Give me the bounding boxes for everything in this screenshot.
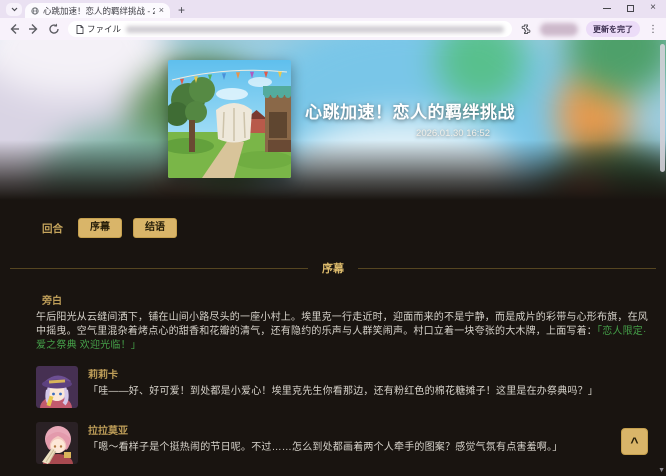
file-scheme-chip[interactable]: ファイル	[76, 23, 121, 35]
dialogue-entry: 拉拉莫亚「嗯～看样子是个挺热闹的节日呢。不过……怎么到处都画着两个人牵手的图案？…	[36, 422, 650, 464]
section-heading: 序幕	[10, 260, 656, 276]
speaker-name: 旁白	[42, 292, 650, 307]
tab-search-chevron-icon[interactable]	[6, 3, 22, 16]
window-maximize-icon[interactable]	[627, 5, 634, 12]
dialogue-list: 旁白午后阳光从云缝间洒下，铺在山间小路尽头的一座小村上。埃里克一行走近时，迎面而…	[0, 292, 666, 476]
browser-toolbar: ファイル 更新を完了 ⋮	[0, 18, 666, 40]
address-bar[interactable]: ファイル	[68, 21, 512, 37]
dialogue-entry: 莉莉卡「哇——好、好可爱！到处都是小爱心！埃里克先生你看那边，还有粉红色的棉花糖…	[36, 366, 650, 408]
back-icon[interactable]	[8, 23, 20, 35]
dialogue-text: 「嗯～看样子是个挺热闹的节日呢。不过……怎么到处都画着两个人牵手的图案？感觉气氛…	[88, 441, 650, 455]
tab-title: 心跳加速！恋人的羁绊挑战 - 2…	[43, 5, 155, 17]
section-button-序幕[interactable]: 序幕	[78, 218, 122, 238]
file-icon	[76, 25, 84, 34]
reload-icon[interactable]	[48, 23, 60, 35]
section-heading-label: 序幕	[322, 260, 344, 276]
new-tab-icon[interactable]: +	[178, 4, 185, 16]
divider-line	[10, 268, 308, 269]
dialogue-text: 午后阳光从云缝间洒下，铺在山间小路尽头的一座小村上。埃里克一行走近时，迎面而来的…	[36, 311, 650, 352]
browser-tab-strip: 心跳加速！恋人的羁绊挑战 - 2… × + ×	[0, 0, 666, 18]
blurred-url	[126, 26, 504, 33]
rounds-label: 回合	[42, 221, 63, 236]
forward-icon[interactable]	[28, 23, 40, 35]
tab-favicon-globe-icon	[31, 7, 39, 15]
hero-banner: 心跳加速！恋人的羁绊挑战 2026.01.30 16:52	[0, 40, 666, 200]
section-button-结语[interactable]: 结语	[133, 218, 177, 238]
hero-bottom-fade	[0, 140, 666, 200]
tab-close-icon[interactable]: ×	[159, 6, 164, 15]
chrome-update-button[interactable]: 更新を完了	[586, 21, 640, 37]
browser-menu-icon[interactable]: ⋮	[648, 24, 658, 35]
file-chip-label: ファイル	[87, 23, 121, 35]
scrollbar-down-arrow-icon[interactable]: ▼	[658, 467, 665, 474]
lilika-avatar-icon	[36, 366, 78, 408]
speaker-name: 拉拉莫亚	[88, 422, 650, 437]
dialogue-entry: 旁白午后阳光从云缝间洒下，铺在山间小路尽头的一座小村上。埃里克一行走近时，迎面而…	[36, 292, 650, 352]
speaker-name: 莉莉卡	[88, 366, 650, 381]
scenario-datetime: 2026.01.30 16:52	[305, 128, 490, 139]
scroll-to-top-button[interactable]: ^	[621, 428, 648, 455]
log-content: 回合 序幕结语 序幕 旁白午后阳光从云缝间洒下，铺在山间小路尽头的一座小村上。埃…	[0, 200, 666, 476]
extensions-icon[interactable]	[520, 23, 532, 35]
nav-buttons: 序幕结语	[78, 218, 177, 238]
profile-avatar[interactable]	[540, 23, 578, 36]
window-minimize-icon[interactable]	[603, 8, 611, 9]
lalamoa-avatar-icon	[36, 422, 78, 464]
dialogue-text: 「哇——好、好可爱！到处都是小爱心！埃里克先生你看那边，还有粉红色的棉花糖摊子！…	[88, 385, 650, 399]
scenario-title: 心跳加速！恋人的羁绊挑战	[305, 98, 490, 123]
divider-line	[358, 268, 656, 269]
window-close-icon[interactable]: ×	[650, 3, 656, 13]
scenario-cover-image	[168, 60, 291, 178]
section-nav: 回合 序幕结语	[42, 218, 666, 238]
scrollbar-thumb[interactable]	[660, 44, 665, 172]
browser-tab[interactable]: 心跳加速！恋人的羁绊挑战 - 2… ×	[25, 3, 170, 18]
